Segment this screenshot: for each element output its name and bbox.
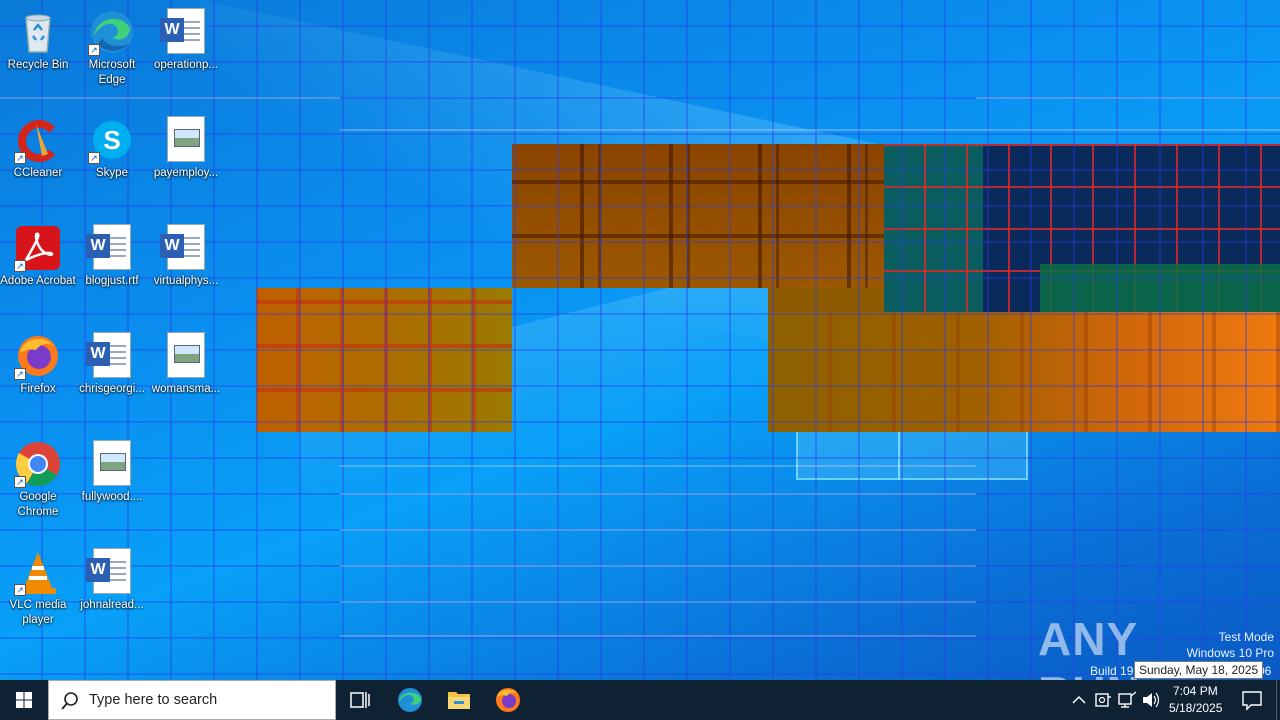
desktop-icon-operationp[interactable]: W operationp... <box>148 2 224 73</box>
vlc-icon: ↗ <box>14 548 62 596</box>
word-document-icon: W <box>86 332 136 380</box>
windows-edition-text: Windows 10 Pro <box>1186 646 1274 660</box>
ccleaner-icon: ↗ <box>14 116 62 164</box>
volume-icon <box>1143 692 1160 708</box>
taskbar-file-explorer-button[interactable] <box>435 680 483 720</box>
desktop-icon-label: blogjust.rtf <box>85 275 139 287</box>
shortcut-arrow-icon: ↗ <box>88 44 100 56</box>
svg-text:S: S <box>103 125 120 155</box>
tray-device-button[interactable] <box>1092 680 1114 720</box>
desktop-icon-label: VLC media player <box>9 599 67 626</box>
word-document-icon: W <box>86 224 136 272</box>
desktop-icon-virtualphys[interactable]: W virtualphys... <box>148 218 224 289</box>
desktop-icon-label: payemploy... <box>153 167 219 179</box>
file-explorer-icon <box>448 692 470 709</box>
build-text-prefix: Build 19 <box>1090 664 1134 678</box>
image-file-icon <box>162 116 210 164</box>
word-document-icon: W <box>86 548 136 596</box>
desktop[interactable]: Recycle Bin ↗ CCleaner ↗ Adobe Acrobat ↗… <box>0 0 1280 680</box>
desktop-icon-womansma[interactable]: womansma... <box>148 326 224 397</box>
chevron-up-icon <box>1072 695 1086 704</box>
shortcut-arrow-icon: ↗ <box>14 260 26 272</box>
display-glitch-patch <box>768 288 884 312</box>
image-file-icon <box>88 440 136 488</box>
shortcut-arrow-icon: ↗ <box>14 152 26 164</box>
word-document-icon: W <box>160 224 210 272</box>
task-view-button[interactable] <box>336 680 384 720</box>
windows-start-icon <box>16 692 32 708</box>
volume-button[interactable] <box>1140 680 1162 720</box>
notification-icon <box>1242 691 1262 711</box>
desktop-icon-fullywood[interactable]: fullywood.... <box>74 434 150 505</box>
desktop-icon-skype[interactable]: S ↗ Skype <box>74 110 150 181</box>
desktop-icon-recycle-bin[interactable]: Recycle Bin <box>0 2 76 73</box>
display-glitch-patch <box>768 312 1280 432</box>
shortcut-arrow-icon: ↗ <box>14 476 26 488</box>
desktop-icon-adobe-acrobat[interactable]: ↗ Adobe Acrobat <box>0 218 76 289</box>
test-mode-text: Test Mode <box>1218 630 1274 644</box>
desktop-icon-label: CCleaner <box>13 167 63 179</box>
desktop-icon-blogjust[interactable]: W blogjust.rtf <box>74 218 150 289</box>
desktop-icon-vlc[interactable]: ↗ VLC media player <box>0 542 76 628</box>
recycle-bin-icon <box>14 8 62 56</box>
desktop-icon-label: operationp... <box>154 59 218 71</box>
search-placeholder: Type here to search <box>89 692 218 708</box>
desktop-icon-label: Firefox <box>20 383 56 395</box>
desktop-icon-label: fullywood.... <box>81 491 143 503</box>
display-glitch-patch <box>512 144 884 288</box>
clock-time: 7:04 PM <box>1173 684 1218 698</box>
desktop-icon-johnalread[interactable]: W johnalread... <box>74 542 150 613</box>
device-manager-icon <box>1095 693 1111 707</box>
display-glitch-patch <box>1040 264 1280 312</box>
search-icon <box>61 692 78 710</box>
clock-button[interactable]: 7:04 PM 5/18/2025 <box>1166 680 1224 720</box>
skype-icon: S ↗ <box>88 116 136 164</box>
shortcut-arrow-icon: ↗ <box>14 368 26 380</box>
network-button[interactable] <box>1116 680 1138 720</box>
desktop-icon-label: johnalread... <box>80 599 144 611</box>
chrome-icon: ↗ <box>14 440 62 488</box>
taskbar-edge-button[interactable] <box>386 680 434 720</box>
desktop-icon-ccleaner[interactable]: ↗ CCleaner <box>0 110 76 181</box>
desktop-icon-google-chrome[interactable]: ↗ Google Chrome <box>0 434 76 520</box>
edge-icon <box>398 688 422 712</box>
action-center-button[interactable] <box>1232 680 1272 720</box>
clock-date: 5/18/2025 <box>1169 701 1223 715</box>
desktop-icon-label: chrisgeorgi... <box>79 383 145 395</box>
wallpaper-windows-logo <box>796 432 1028 480</box>
adobe-acrobat-icon: ↗ <box>14 224 62 272</box>
desktop-icon-label: Microsoft Edge <box>88 59 136 86</box>
desktop-icon-label: Skype <box>96 167 128 179</box>
image-file-icon <box>162 332 210 380</box>
word-document-icon: W <box>160 8 210 56</box>
desktop-icon-label: Google Chrome <box>17 491 59 518</box>
shortcut-arrow-icon: ↗ <box>14 584 26 596</box>
task-view-icon <box>350 692 370 708</box>
date-tooltip: Sunday, May 18, 2025 <box>1134 661 1264 679</box>
show-desktop-button[interactable] <box>1276 680 1280 720</box>
desktop-icon-firefox[interactable]: ↗ Firefox <box>0 326 76 397</box>
taskbar: Type here to search 7:04 PM 5/18/2025 <box>0 680 1280 720</box>
shortcut-arrow-icon: ↗ <box>88 152 100 164</box>
firefox-icon: ↗ <box>14 332 62 380</box>
search-box[interactable]: Type here to search <box>48 680 336 720</box>
desktop-icon-label: womansma... <box>151 383 221 395</box>
network-icon <box>1118 691 1137 708</box>
desktop-icon-label: virtualphys... <box>153 275 219 287</box>
display-glitch-patch <box>256 288 512 432</box>
desktop-icon-label: Recycle Bin <box>7 59 69 71</box>
show-hidden-icons-button[interactable] <box>1068 680 1090 720</box>
desktop-icon-microsoft-edge[interactable]: ↗ Microsoft Edge <box>74 2 150 88</box>
desktop-icon-payemploy[interactable]: payemploy... <box>148 110 224 181</box>
taskbar-firefox-button[interactable] <box>484 680 532 720</box>
desktop-icon-label: Adobe Acrobat <box>0 275 76 287</box>
firefox-icon <box>496 688 520 712</box>
desktop-icon-chrisgeorgi[interactable]: W chrisgeorgi... <box>74 326 150 397</box>
start-button[interactable] <box>0 680 48 720</box>
edge-icon: ↗ <box>88 8 136 56</box>
